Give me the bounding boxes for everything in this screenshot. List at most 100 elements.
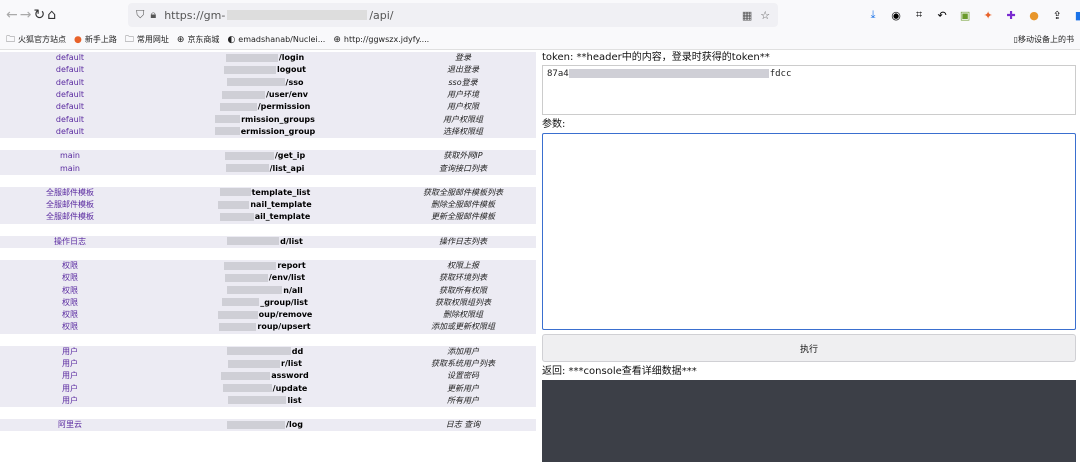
api-row[interactable]: 阿里云/log 日志 查询: [0, 419, 536, 432]
api-path[interactable]: d/list: [140, 235, 390, 248]
api-row[interactable]: default/login 登录: [0, 52, 536, 65]
api-row[interactable]: 全服邮件模板 template_list 获取全服邮件模板列表: [0, 186, 536, 199]
api-row[interactable]: 权限 report 权限上报: [0, 259, 536, 273]
api-path[interactable]: nail_template: [140, 198, 390, 212]
reload-icon[interactable]: ↻: [33, 3, 45, 27]
bookmark-item[interactable]: 🗀 火狐官方站点: [6, 32, 66, 48]
token-label: token: **header中的内容，登录时获得的token**: [542, 52, 770, 63]
api-path[interactable]: _group/list: [140, 296, 390, 310]
api-path-text: /update: [272, 383, 308, 393]
qr-code-icon[interactable]: ▦: [742, 9, 752, 22]
api-row[interactable]: 用户 r/list 获取系统用户列表: [0, 357, 536, 371]
home-icon[interactable]: ⌂: [47, 3, 56, 27]
params-input[interactable]: [542, 133, 1076, 330]
execute-button[interactable]: 执行: [542, 334, 1076, 362]
bookmark-star-icon[interactable]: ☆: [760, 9, 770, 22]
bookmark-item[interactable]: ◐ emadshanab/Nuclei...: [227, 35, 325, 45]
url-bar[interactable]: ⛉ 🔒︎ https://gm- /api/ ▦ ☆: [128, 3, 779, 27]
api-path[interactable]: /log: [140, 419, 390, 432]
forward-icon[interactable]: →: [20, 3, 32, 27]
back-icon[interactable]: ←: [6, 3, 18, 27]
api-row[interactable]: default ermission_group 选择权限组: [0, 125, 536, 139]
api-path[interactable]: assword: [140, 370, 390, 383]
account-icon[interactable]: ◉: [889, 8, 903, 22]
api-path[interactable]: /permission: [140, 101, 390, 114]
api-path[interactable]: rmission_groups: [140, 113, 390, 126]
api-row[interactable]: default/permission 用户权限: [0, 101, 536, 114]
api-path[interactable]: /sso: [140, 76, 390, 89]
cookie-extension-icon[interactable]: ●: [1027, 8, 1041, 22]
translate-extension-icon[interactable]: ■: [1073, 8, 1080, 22]
api-path[interactable]: /get_ip: [140, 150, 390, 163]
api-module: default: [0, 64, 140, 77]
api-row[interactable]: default/sso sso登录: [0, 76, 536, 89]
api-path-text: assword: [271, 371, 309, 381]
path-redacted: [224, 151, 274, 160]
tamper-extension-icon[interactable]: ✦: [981, 8, 995, 22]
share-icon[interactable]: ⇪: [1050, 8, 1064, 22]
firefox-icon: ●: [74, 34, 82, 45]
api-row[interactable]: 权限/env/list 获取环境列表: [0, 272, 536, 285]
api-path[interactable]: ermission_group: [140, 125, 390, 139]
undo-icon[interactable]: ↶: [935, 8, 949, 22]
api-path[interactable]: /user/env: [140, 88, 390, 102]
api-path[interactable]: r/list: [140, 357, 390, 371]
bookmark-item[interactable]: ⊕ 京东商城: [177, 34, 220, 45]
api-path[interactable]: report: [140, 259, 390, 273]
api-row[interactable]: main/list_api 查询接口列表: [0, 162, 536, 175]
api-path[interactable]: list: [140, 394, 390, 408]
api-row[interactable]: default logout 退出登录: [0, 64, 536, 77]
group-separator: [0, 223, 536, 236]
token-suffix: fdcc: [769, 69, 792, 79]
download-icon[interactable]: ⤓: [866, 8, 880, 22]
api-path-text: /env/list: [268, 273, 306, 283]
api-path-text: r/list: [281, 359, 302, 369]
api-module: 权限: [0, 321, 140, 334]
api-path[interactable]: dd: [140, 345, 390, 358]
api-path[interactable]: ail_template: [140, 211, 390, 224]
path-redacted: [225, 53, 278, 62]
token-input[interactable]: 87a4 fdcc: [542, 65, 1076, 115]
api-path[interactable]: /update: [140, 382, 390, 395]
api-row[interactable]: main/get_ip 获取外网IP: [0, 150, 536, 163]
api-row[interactable]: 用户 assword 设置密码: [0, 370, 536, 383]
api-row[interactable]: 全服邮件模板 nail_template 删除全服邮件模板: [0, 198, 536, 212]
api-row[interactable]: default rmission_groups 用户权限组: [0, 113, 536, 126]
api-description: 设置密码: [390, 370, 536, 383]
api-path-text: logout: [277, 65, 306, 75]
api-path[interactable]: logout: [140, 64, 390, 77]
api-row[interactable]: 权限 oup/remove 删除权限组: [0, 309, 536, 322]
api-path[interactable]: /env/list: [140, 272, 390, 285]
api-description: 操作日志列表: [390, 235, 536, 248]
api-row[interactable]: 权限 roup/upsert 添加或更新权限组: [0, 321, 536, 334]
puzzle-extension-icon[interactable]: ✚: [1004, 8, 1018, 22]
api-path[interactable]: n/all: [140, 284, 390, 297]
api-row[interactable]: 权限 _group/list 获取权限组列表: [0, 296, 536, 310]
api-row[interactable]: 全服邮件模板 ail_template 更新全服邮件模板: [0, 211, 536, 224]
bookmark-item[interactable]: ⊕ http://ggwszx.jdyfy....: [333, 35, 429, 45]
path-redacted: [222, 384, 272, 393]
api-description: 获取系统用户列表: [390, 357, 536, 371]
bookmark-item[interactable]: ● 新手上路: [74, 34, 117, 45]
api-row[interactable]: 操作日志 d/list 操作日志列表: [0, 235, 536, 248]
api-row[interactable]: 用户 list 所有用户: [0, 394, 536, 408]
api-row[interactable]: 权限 n/all 获取所有权限: [0, 284, 536, 297]
params-label: 参数:: [542, 119, 566, 130]
api-path[interactable]: template_list: [140, 186, 390, 199]
api-row[interactable]: 用户/update 更新用户: [0, 382, 536, 395]
path-redacted: [219, 322, 257, 331]
api-description: 用户环境: [390, 88, 536, 102]
bookmark-item[interactable]: 🗀 常用网址: [125, 32, 169, 48]
bur-extension-icon[interactable]: ▣: [958, 8, 972, 22]
crop-icon[interactable]: ⌗: [912, 8, 926, 22]
mobile-bookmarks[interactable]: ▯ 移动设备上的书: [1014, 34, 1074, 45]
api-path[interactable]: /login: [140, 52, 390, 65]
api-row[interactable]: 用户 dd 添加用户: [0, 345, 536, 358]
api-path[interactable]: /list_api: [140, 162, 390, 175]
folder-icon: 🗀: [6, 34, 16, 45]
api-path[interactable]: oup/remove: [140, 309, 390, 322]
url-redacted: [227, 10, 368, 20]
api-path[interactable]: roup/upsert: [140, 321, 390, 334]
api-row[interactable]: default/user/env 用户环境: [0, 88, 536, 102]
api-module: default: [0, 88, 140, 102]
